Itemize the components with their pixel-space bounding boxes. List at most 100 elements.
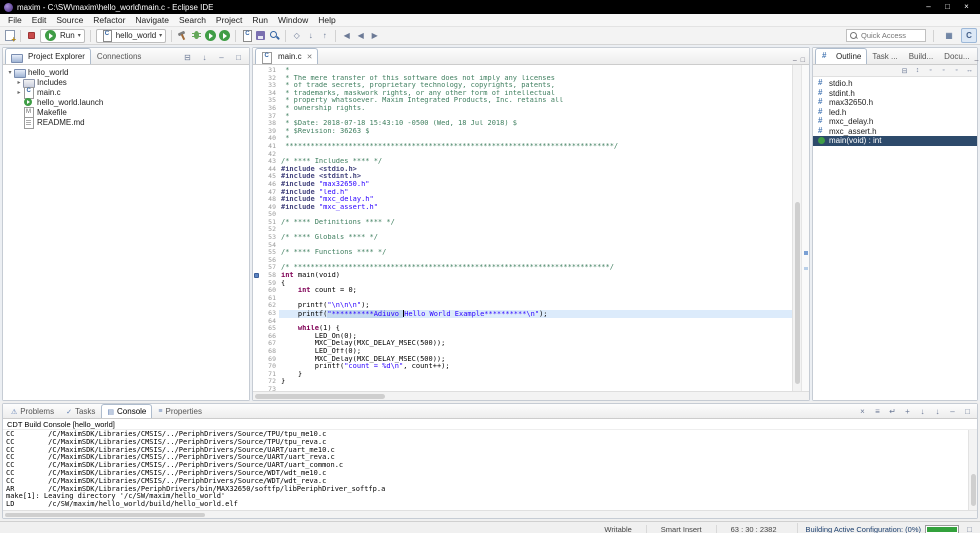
next-annotation-button[interactable]: ↓: [304, 29, 317, 42]
menu-navigate[interactable]: Navigate: [130, 15, 174, 25]
overview-ruler[interactable]: [801, 65, 809, 391]
menu-window[interactable]: Window: [273, 15, 313, 25]
pin-console-button[interactable]: +: [901, 405, 914, 418]
view-tab-docu[interactable]: Docu...: [939, 48, 974, 64]
code-line[interactable]: 61: [253, 295, 792, 303]
hide-static-button[interactable]: ◦: [938, 65, 949, 76]
code-line[interactable]: 63 printf("**********Adiuvo Hello World …: [253, 310, 792, 318]
external-tools-button[interactable]: [218, 29, 231, 42]
tab-connections[interactable]: Connections: [91, 48, 147, 64]
twistie-icon[interactable]: ▸: [15, 89, 23, 96]
minimize-view-button[interactable]: –: [793, 57, 797, 64]
code-line[interactable]: 60 int count = 0;: [253, 287, 792, 295]
tab-properties[interactable]: ≡Properties: [152, 404, 208, 418]
console-horizontal-scrollbar[interactable]: [3, 510, 977, 518]
new-button[interactable]: [3, 29, 16, 42]
code-line[interactable]: 41 *************************************…: [253, 143, 792, 151]
menu-file[interactable]: File: [3, 15, 27, 25]
code-line[interactable]: 46#include "max32650.h": [253, 181, 792, 189]
mark-occurrences-button[interactable]: ◇: [290, 29, 303, 42]
new-c-file-button[interactable]: [240, 29, 253, 42]
open-perspective-button[interactable]: ▦: [941, 28, 957, 43]
sort-button[interactable]: ↕: [912, 65, 923, 76]
code-line[interactable]: 31 *: [253, 67, 792, 75]
outline-item-max32650-h[interactable]: max32650.h: [813, 98, 977, 108]
search-button[interactable]: [268, 29, 281, 42]
hide-non-public-button[interactable]: ◦: [951, 65, 962, 76]
back-button[interactable]: ◀: [354, 29, 367, 42]
code-line[interactable]: 51/* **** Definitions **** */: [253, 219, 792, 227]
code-line[interactable]: 65 while(1) {: [253, 325, 792, 333]
menu-refactor[interactable]: Refactor: [88, 15, 130, 25]
view-menu-button[interactable]: ↓: [198, 51, 211, 64]
view-tab-build[interactable]: Build...: [904, 48, 938, 64]
code-line[interactable]: 44#include <stdio.h>: [253, 166, 792, 174]
tab-tasks[interactable]: ✓Tasks: [60, 404, 101, 418]
build-progress[interactable]: Building Active Configuration: (0%) □: [797, 523, 976, 533]
code-line[interactable]: 72}: [253, 378, 792, 386]
code-line[interactable]: 32 * The mere transfer of this software …: [253, 75, 792, 83]
code-line[interactable]: 37 *: [253, 113, 792, 121]
tree-item-makefile[interactable]: Makefile: [3, 107, 249, 117]
launch-config-combo[interactable]: hello_world ▾: [96, 29, 166, 43]
code-line[interactable]: 67 MXC_Delay(MXC_DELAY_MSEC(500));: [253, 340, 792, 348]
code-line[interactable]: 45#include <stdint.h>: [253, 173, 792, 181]
hide-fields-button[interactable]: ◦: [925, 65, 936, 76]
clear-console-button[interactable]: ×: [856, 405, 869, 418]
code-line[interactable]: 66 LED_On(0);: [253, 333, 792, 341]
collapse-all-button[interactable]: ⊟: [899, 65, 910, 76]
code-line[interactable]: 70 printf("count = %d\n", count++);: [253, 363, 792, 371]
editor-horizontal-scrollbar[interactable]: [253, 391, 809, 400]
minimize-view-button[interactable]: –: [975, 57, 979, 64]
outline-item-main-void-int[interactable]: main(void) : int: [813, 136, 977, 146]
code-line[interactable]: 57/* ***********************************…: [253, 264, 792, 272]
code-line[interactable]: 69 MXC_Delay(MXC_DELAY_MSEC(500));: [253, 356, 792, 364]
word-wrap-button[interactable]: ↵: [886, 405, 899, 418]
tab-project-explorer[interactable]: Project Explorer: [5, 48, 91, 64]
code-line[interactable]: 40 *: [253, 135, 792, 143]
menu-edit[interactable]: Edit: [27, 15, 52, 25]
twistie-icon[interactable]: ▾: [6, 69, 14, 76]
tab-main-c[interactable]: main.c ✕: [255, 48, 318, 64]
menu-source[interactable]: Source: [51, 15, 88, 25]
code-line[interactable]: 43/* **** Includes **** */: [253, 158, 792, 166]
console-output[interactable]: CC /C/MaximSDK/Libraries/CMSIS/../Periph…: [3, 430, 968, 510]
code-line[interactable]: 58int main(void): [253, 272, 792, 280]
code-line[interactable]: 39 * $Revision: 36263 $: [253, 128, 792, 136]
code-line[interactable]: 34 * trademarks, maskwork rights, or any…: [253, 90, 792, 98]
code-line[interactable]: 54: [253, 242, 792, 250]
run-button[interactable]: Run ▾: [40, 29, 85, 43]
outline-item-mxc-assert-h[interactable]: mxc_assert.h: [813, 127, 977, 137]
scroll-lock-button[interactable]: ≡: [871, 405, 884, 418]
build-button[interactable]: [176, 29, 189, 42]
code-line[interactable]: 56: [253, 257, 792, 265]
minimize-view-button[interactable]: –: [215, 51, 228, 64]
run-history-button[interactable]: [204, 29, 217, 42]
code-line[interactable]: 42: [253, 151, 792, 159]
code-line[interactable]: 38 * $Date: 2018-07-18 15:43:10 -0500 (W…: [253, 120, 792, 128]
collapse-all-button[interactable]: ⊟: [181, 51, 194, 64]
code-line[interactable]: 62 printf("\n\n\n");: [253, 302, 792, 310]
maximize-button[interactable]: □: [938, 0, 957, 14]
console-vertical-scrollbar[interactable]: [968, 430, 977, 510]
tab-outline[interactable]: Outline: [815, 48, 867, 64]
code-line[interactable]: 64: [253, 318, 792, 326]
code-line[interactable]: 52: [253, 226, 792, 234]
menu-help[interactable]: Help: [313, 15, 340, 25]
tab-console[interactable]: ▤Console: [101, 404, 152, 418]
outline-item-mxc-delay-h[interactable]: mxc_delay.h: [813, 117, 977, 127]
tree-item-hello-world-launch[interactable]: hello_world.launch: [3, 97, 249, 107]
editor-vertical-scrollbar[interactable]: [792, 65, 801, 391]
code-line[interactable]: 33 * of trade secrets, proprietary techn…: [253, 82, 792, 90]
close-button[interactable]: ×: [957, 0, 976, 14]
display-selected-console-button[interactable]: ↓: [916, 405, 929, 418]
code-line[interactable]: 68 LED_Off(0);: [253, 348, 792, 356]
code-line[interactable]: 35 * property whatsoever. Maxim Integrat…: [253, 97, 792, 105]
code-lines[interactable]: 31 *32 * The mere transfer of this softw…: [253, 65, 792, 391]
outline-item-stdint-h[interactable]: stdint.h: [813, 89, 977, 99]
minimize-button[interactable]: –: [919, 0, 938, 14]
link-with-editor-button[interactable]: ↔: [964, 65, 975, 76]
open-console-button[interactable]: ↓: [931, 405, 944, 418]
debug-button[interactable]: [190, 29, 203, 42]
previous-annotation-button[interactable]: ↑: [318, 29, 331, 42]
